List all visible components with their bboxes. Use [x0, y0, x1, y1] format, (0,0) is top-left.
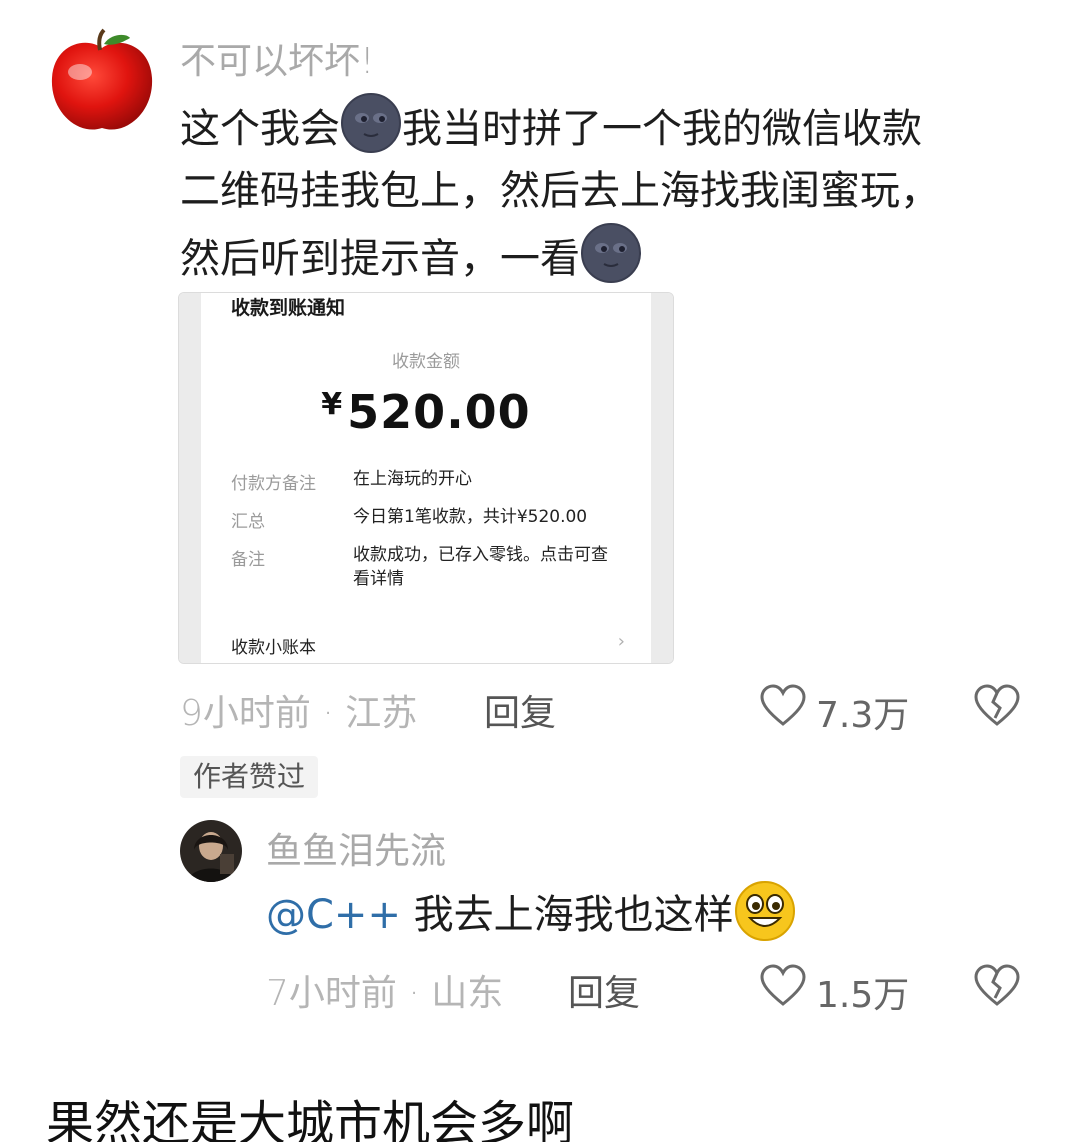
currency-symbol: ¥ — [321, 387, 344, 422]
apple-icon — [51, 28, 153, 130]
avatar-image — [180, 820, 242, 882]
reply-time-location: 7小时前 · 山东 — [266, 973, 504, 1014]
reply-like-button[interactable] — [760, 964, 806, 1012]
amount-value: ¥520.00 — [179, 385, 673, 439]
grinning-face-icon — [734, 881, 795, 941]
dislike-button[interactable] — [974, 684, 1020, 732]
new-moon-face-icon — [341, 93, 401, 153]
summary-value: 今日第1笔收款，共计¥520.00 — [353, 507, 588, 527]
ledger-link: 收款小账本 — [231, 638, 316, 658]
comment-text: 这个我会 我当时拼了一个我的微信收款 二维码挂我包上，然后去上海找我闺蜜玩， 然后… — [180, 92, 1020, 290]
mention-link[interactable]: @C++ — [266, 892, 401, 938]
comment-text-part2: 我当时拼了一个我的微信收款 — [402, 106, 922, 152]
remark-label: 备注 — [231, 550, 265, 570]
broken-heart-icon — [974, 684, 1020, 726]
comment-time-location: 9小时前 · 江苏 — [180, 693, 418, 734]
broken-heart-icon — [974, 964, 1020, 1006]
remark-value: 收款成功，已存入零钱。点击可查看详情 — [353, 545, 608, 589]
comment-text-line3: 然后听到提示音，一看 — [180, 236, 580, 282]
comment-text-line2: 二维码挂我包上，然后去上海找我闺蜜玩， — [180, 168, 940, 214]
payer-note-label: 付款方备注 — [231, 474, 316, 494]
payer-note-value: 在上海玩的开心 — [353, 469, 472, 489]
reply-dislike-button[interactable] — [974, 964, 1020, 1012]
reply-reply-button[interactable]: 回复 — [568, 964, 640, 1016]
avatar[interactable] — [46, 26, 158, 138]
reply-username[interactable]: 鱼鱼泪先流 — [266, 822, 446, 874]
comment-username[interactable]: 不可以坏坏! — [180, 32, 374, 84]
amount-label: 收款金额 — [392, 352, 460, 372]
heart-outline-icon — [760, 684, 806, 726]
heart-outline-icon — [760, 964, 806, 1006]
amount-number: 520.00 — [347, 385, 531, 439]
author-liked-badge: 作者赞过 — [180, 756, 318, 798]
reply-button[interactable]: 回复 — [484, 684, 556, 736]
reply-text-body: 我去上海我也这样 — [400, 892, 734, 938]
reply-avatar[interactable] — [180, 820, 242, 882]
like-count: 7.3万 — [816, 695, 910, 736]
receipt-title: 收款到账通知 — [231, 297, 346, 319]
like-button[interactable] — [760, 684, 806, 732]
new-moon-face-icon — [581, 223, 641, 283]
reply-text: @C++ 我去上海我也这样 — [266, 880, 796, 946]
reply-like-count: 1.5万 — [816, 975, 910, 1016]
summary-label: 汇总 — [231, 512, 265, 532]
chevron-right-icon: › — [617, 631, 625, 652]
post-caption: 果然还是大城市机会多啊 — [46, 1096, 575, 1142]
payment-screenshot[interactable]: 收款到账通知 收款金额 ¥520.00 付款方备注 在上海玩的开心 汇总 今日第… — [178, 292, 674, 664]
comment-text-part1: 这个我会 — [180, 106, 340, 152]
